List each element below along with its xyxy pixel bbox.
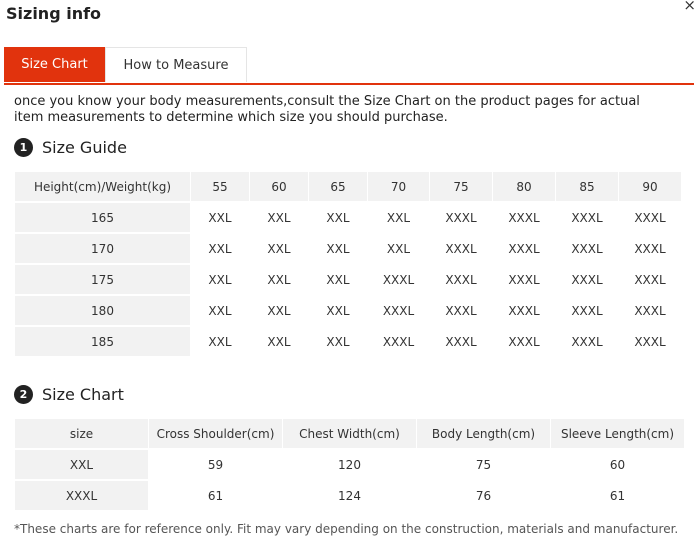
size-guide-table: Height(cm)/Weight(kg) 55 60 65 70 75 80 … [14, 170, 682, 358]
tab-bar: Size Chart How to Measure [4, 47, 694, 85]
table-row: 180 XXL XXL XXL XXXL XXXL XXXL XXXL XXXL [15, 296, 681, 325]
weight-header: 80 [493, 172, 555, 201]
size-cell: XXL [208, 241, 232, 256]
table-row: 170 XXL XXL XXL XXL XXXL XXXL XXXL XXXL [15, 234, 681, 263]
column-header: size [15, 419, 148, 448]
size-cell: XXXL [634, 272, 666, 287]
size-cell: XXL [326, 210, 350, 225]
tab-how-to-measure[interactable]: How to Measure [105, 47, 247, 82]
measure-cell: 61 [609, 488, 626, 503]
height-cell: 165 [15, 203, 190, 232]
size-cell: XXL [326, 241, 350, 256]
weight-header: 75 [430, 172, 492, 201]
measure-cell: 120 [338, 457, 361, 472]
column-header: Body Length(cm) [417, 419, 550, 448]
table-header-row: size Cross Shoulder(cm) Chest Width(cm) … [15, 419, 684, 448]
table-header-row: Height(cm)/Weight(kg) 55 60 65 70 75 80 … [15, 172, 681, 201]
size-cell: XXL [208, 210, 232, 225]
weight-header: 85 [556, 172, 618, 201]
table-row: 165 XXL XXL XXL XXL XXXL XXXL XXXL XXXL [15, 203, 681, 232]
size-cell: XXXL [571, 210, 603, 225]
size-cell: XXXL [382, 303, 415, 318]
size-cell: XXL [267, 241, 291, 256]
size-cell: XXXL [508, 241, 540, 256]
table-row: 175 XXL XXL XXL XXXL XXXL XXXL XXXL XXXL [15, 265, 681, 294]
size-cell: XXL [208, 303, 232, 318]
size-cell: XXL [267, 334, 291, 349]
size-cell: XXL [386, 241, 411, 256]
size-cell: XXXL [571, 241, 603, 256]
weight-header: 90 [619, 172, 681, 201]
weight-header: 55 [191, 172, 249, 201]
weight-header: 60 [250, 172, 308, 201]
size-cell: XXL [326, 334, 350, 349]
size-cell: XXL [326, 303, 350, 318]
size-cell: XXXL [445, 334, 477, 349]
size-cell: XXL [267, 272, 291, 287]
step-number-badge: 2 [14, 384, 33, 404]
size-cell: XXXL [571, 272, 603, 287]
column-header: Sleeve Length(cm) [551, 419, 684, 448]
size-cell: XXXL [634, 210, 666, 225]
weight-header: 65 [309, 172, 367, 201]
weight-header: 70 [368, 172, 429, 201]
measure-cell: 61 [207, 488, 224, 503]
size-cell: XXL [267, 210, 291, 225]
measure-cell: 60 [609, 457, 626, 472]
tab-size-chart[interactable]: Size Chart [4, 47, 105, 82]
size-cell: XXXL [445, 241, 477, 256]
size-cell: XXXL [445, 272, 477, 287]
size-cell: XXXL [382, 272, 415, 287]
size-label-cell: XXXL [15, 481, 148, 510]
size-cell: XXL [208, 334, 232, 349]
size-label-cell: XXL [15, 450, 148, 479]
size-cell: XXXL [445, 303, 477, 318]
size-cell: XXXL [508, 210, 540, 225]
height-cell: 185 [15, 327, 190, 356]
size-cell: XXXL [382, 334, 415, 349]
height-cell: 175 [15, 265, 190, 294]
table-row: XXXL 61 124 76 61 [15, 481, 684, 510]
column-header: Cross Shoulder(cm) [149, 419, 282, 448]
height-cell: 180 [15, 296, 190, 325]
table-row: 185 XXL XXL XXL XXXL XXXL XXXL XXXL XXXL [15, 327, 681, 356]
dialog-title: Sizing info [6, 4, 102, 23]
close-icon[interactable]: × [683, 0, 696, 14]
size-cell: XXXL [571, 334, 603, 349]
column-header: Chest Width(cm) [283, 419, 416, 448]
size-cell: XXL [208, 272, 232, 287]
measure-cell: 76 [475, 488, 492, 503]
measure-cell: 75 [475, 457, 492, 472]
size-cell: XXXL [445, 210, 477, 225]
size-cell: XXXL [508, 334, 540, 349]
size-cell: XXL [267, 303, 291, 318]
size-cell: XXL [326, 272, 350, 287]
intro-text: once you know your body measurements,con… [14, 94, 640, 125]
section-title: Size Chart [42, 384, 124, 404]
corner-header: Height(cm)/Weight(kg) [15, 172, 190, 201]
size-cell: XXXL [634, 334, 666, 349]
measure-cell: 124 [338, 488, 361, 503]
size-cell: XXXL [634, 241, 666, 256]
size-cell: XXXL [571, 303, 603, 318]
table-row: XXL 59 120 75 60 [15, 450, 684, 479]
size-guide-heading: 1 Size Guide [14, 137, 127, 157]
disclaimer-footnote: *These charts are for reference only. Fi… [14, 522, 679, 536]
height-cell: 170 [15, 234, 190, 263]
size-cell: XXXL [634, 303, 666, 318]
size-cell: XXXL [508, 303, 540, 318]
size-cell: XXL [386, 210, 411, 225]
size-chart-table: size Cross Shoulder(cm) Chest Width(cm) … [14, 417, 685, 512]
section-title: Size Guide [42, 137, 127, 157]
size-cell: XXXL [508, 272, 540, 287]
step-number-badge: 1 [14, 137, 33, 157]
size-chart-heading: 2 Size Chart [14, 384, 124, 404]
measure-cell: 59 [207, 457, 224, 472]
